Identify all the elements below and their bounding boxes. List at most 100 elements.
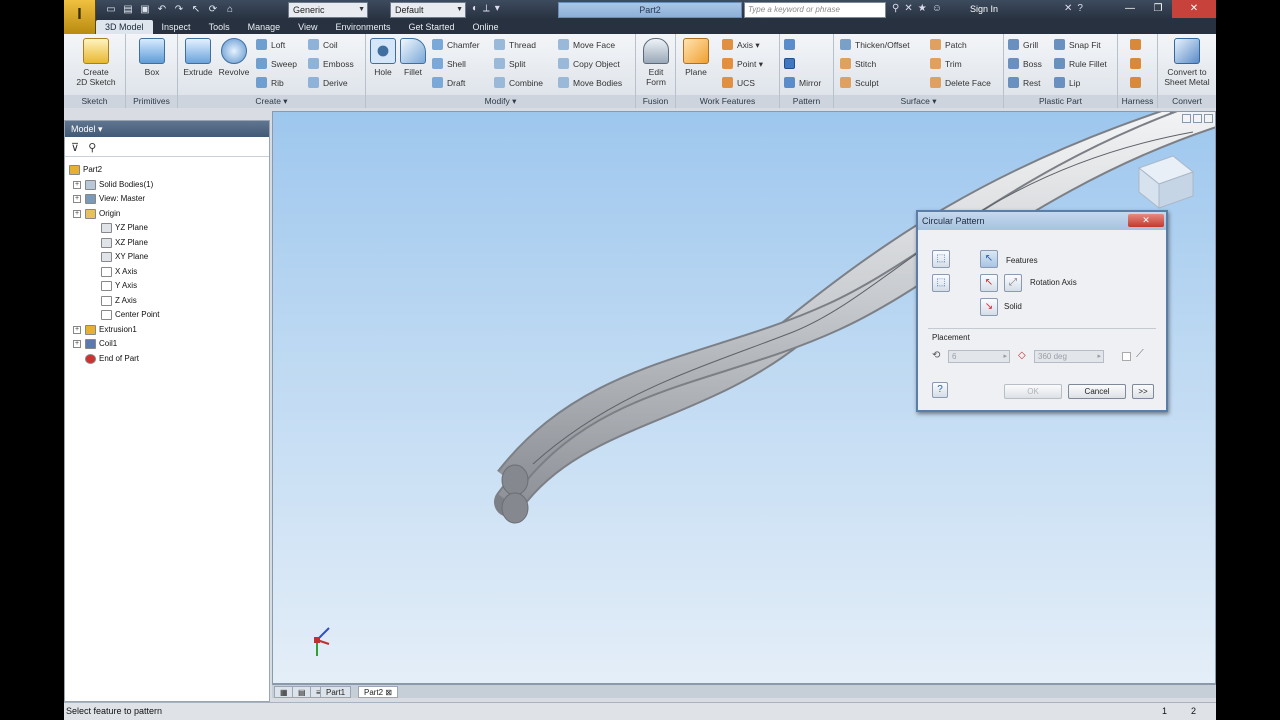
panel-create-label[interactable]: Create ▾ [178,95,365,108]
minimize-icon[interactable]: — [1116,0,1144,18]
chamfer-button[interactable]: Chamfer [432,38,480,52]
snap-fit-button[interactable]: Snap Fit [1054,38,1101,52]
expand-icon[interactable]: + [73,340,81,348]
hole-button[interactable]: Hole [368,38,398,77]
mirror-button[interactable]: Mirror [784,76,821,90]
tree-node[interactable]: + Extrusion1 [69,323,267,338]
harness-tool-2-button[interactable] [1130,57,1145,71]
box-button[interactable]: Box [136,38,168,77]
tab-get-started[interactable]: Get Started [400,20,464,34]
view-cube[interactable] [1137,155,1195,210]
panel-modify-label[interactable]: Modify ▾ [366,95,635,108]
spinner-icon[interactable]: ▸ [1003,351,1007,362]
sweep-button[interactable]: Sweep [256,57,297,71]
trim-button[interactable]: Trim [930,57,962,71]
app-logo[interactable]: I [64,0,96,34]
point-button[interactable]: Point ▾ [722,57,763,71]
flip-axis-icon[interactable]: ⤢ [1004,274,1022,292]
restore-icon[interactable]: ❐ [1144,0,1172,18]
help-icon[interactable]: ? [932,382,948,398]
solid-select-icon[interactable]: ↘ [980,298,998,316]
extrude-button[interactable]: Extrude [180,38,216,77]
help-search-input[interactable]: Type a keyword or phrase [744,2,886,18]
circular-pattern-button[interactable] [784,57,799,71]
axis-button[interactable]: Axis ▾ [722,38,760,52]
binoculars-icon[interactable]: ⚲ [892,3,899,14]
redo-icon[interactable]: ↷ [172,3,186,17]
tree-node[interactable]: XY Plane [69,250,267,265]
expand-icon[interactable]: + [73,325,81,334]
loft-button[interactable]: Loft [256,38,285,52]
tree-node[interactable]: Y Axis [69,279,267,294]
tab-environments[interactable]: Environments [326,20,399,34]
tree-node[interactable]: + Solid Bodies(1) [69,178,267,193]
create-2d-sketch-button[interactable]: Create 2D Sketch [70,38,122,87]
move-face-button[interactable]: Move Face [558,38,615,52]
cascade-view-icon[interactable]: ▤ [292,686,312,698]
tree-node[interactable]: Z Axis [69,294,267,309]
close-icon[interactable]: ✕ [1172,0,1216,18]
shell-button[interactable]: Shell [432,57,466,71]
tab-online[interactable]: Online [464,20,508,34]
dialog-close-button[interactable]: ✕ [1128,214,1164,227]
rib-button[interactable]: Rib [256,76,284,90]
select-icon[interactable]: ↖ [189,3,203,17]
expand-icon[interactable]: + [73,209,81,218]
lip-button[interactable]: Lip [1054,76,1080,90]
open-icon[interactable]: ▤ [121,3,135,17]
appearance-combo[interactable]: Default ▼ [390,2,466,18]
exchange-icon[interactable]: ✕ [1064,3,1072,14]
save-icon[interactable]: ▣ [138,3,152,17]
tree-node[interactable]: + Origin [69,207,267,222]
tree-node[interactable]: YZ Plane [69,221,267,236]
tab-tools[interactable]: Tools [200,20,239,34]
viewport-close-icon[interactable] [1204,114,1213,123]
tab-manage[interactable]: Manage [239,20,290,34]
undo-icon[interactable]: ↶ [155,3,169,17]
midplane-checkbox[interactable] [1122,352,1131,361]
stitch-button[interactable]: Stitch [840,57,876,71]
update-icon[interactable]: ⟳ [206,3,220,17]
rotation-axis-select-icon[interactable]: ↖ [980,274,998,292]
browser-header[interactable]: Model ▾ [65,121,269,137]
document-tab-part2[interactable]: Part2 ⊠ [358,686,399,698]
tools-icon[interactable]: ✕ [904,3,912,14]
tree-node[interactable]: Center Point [69,308,267,323]
tab-inspect[interactable]: Inspect [153,20,200,34]
ok-button[interactable]: OK [1004,384,1062,399]
help-icon[interactable]: ? [1077,3,1083,14]
expand-icon[interactable]: + [73,195,81,203]
more-options-button[interactable]: >> [1132,384,1154,399]
tile-view-icon[interactable]: ▦ [274,686,294,698]
tree-node[interactable]: + Coil1 [69,337,267,352]
draft-button[interactable]: Draft [432,76,465,90]
fillet-button[interactable]: Fillet [398,38,428,77]
expand-icon[interactable]: + [73,180,81,189]
derive-button[interactable]: Derive [308,76,348,90]
tree-node[interactable]: XZ Plane [69,236,267,251]
combine-button[interactable]: Combine [494,76,543,90]
panel-surface-label[interactable]: Surface ▾ [834,95,1003,108]
sculpt-button[interactable]: Sculpt [840,76,879,90]
star-icon[interactable]: ★ [918,3,927,14]
tab-view[interactable]: View [289,20,326,34]
split-button[interactable]: Split [494,57,526,71]
user-icon[interactable]: ☺ [932,3,942,14]
home-icon[interactable]: ⌂ [223,3,237,17]
move-bodies-button[interactable]: Move Bodies [558,76,622,90]
pattern-solid-icon[interactable]: ⬚ [932,274,950,292]
edit-form-button[interactable]: Edit Form [640,38,672,87]
revolve-button[interactable]: Revolve [216,38,252,77]
new-icon[interactable]: ▭ [104,3,118,17]
occurrence-count-input[interactable]: 6 ▸ [948,350,1010,363]
harness-tool-1-button[interactable] [1130,38,1145,52]
tab-close-icon[interactable]: ⊠ [385,688,392,697]
harness-tool-3-button[interactable] [1130,76,1145,90]
filter-icon[interactable]: ⊽ [71,142,79,154]
occurrence-angle-input[interactable]: 360 deg ▸ [1034,350,1104,363]
viewport-minimize-icon[interactable] [1182,114,1191,123]
measure-icon[interactable]: ⟂ [483,3,490,14]
color-icon[interactable]: ◐ [472,3,478,14]
cancel-button[interactable]: Cancel [1068,384,1126,399]
material-combo[interactable]: Generic ▼ [288,2,368,18]
